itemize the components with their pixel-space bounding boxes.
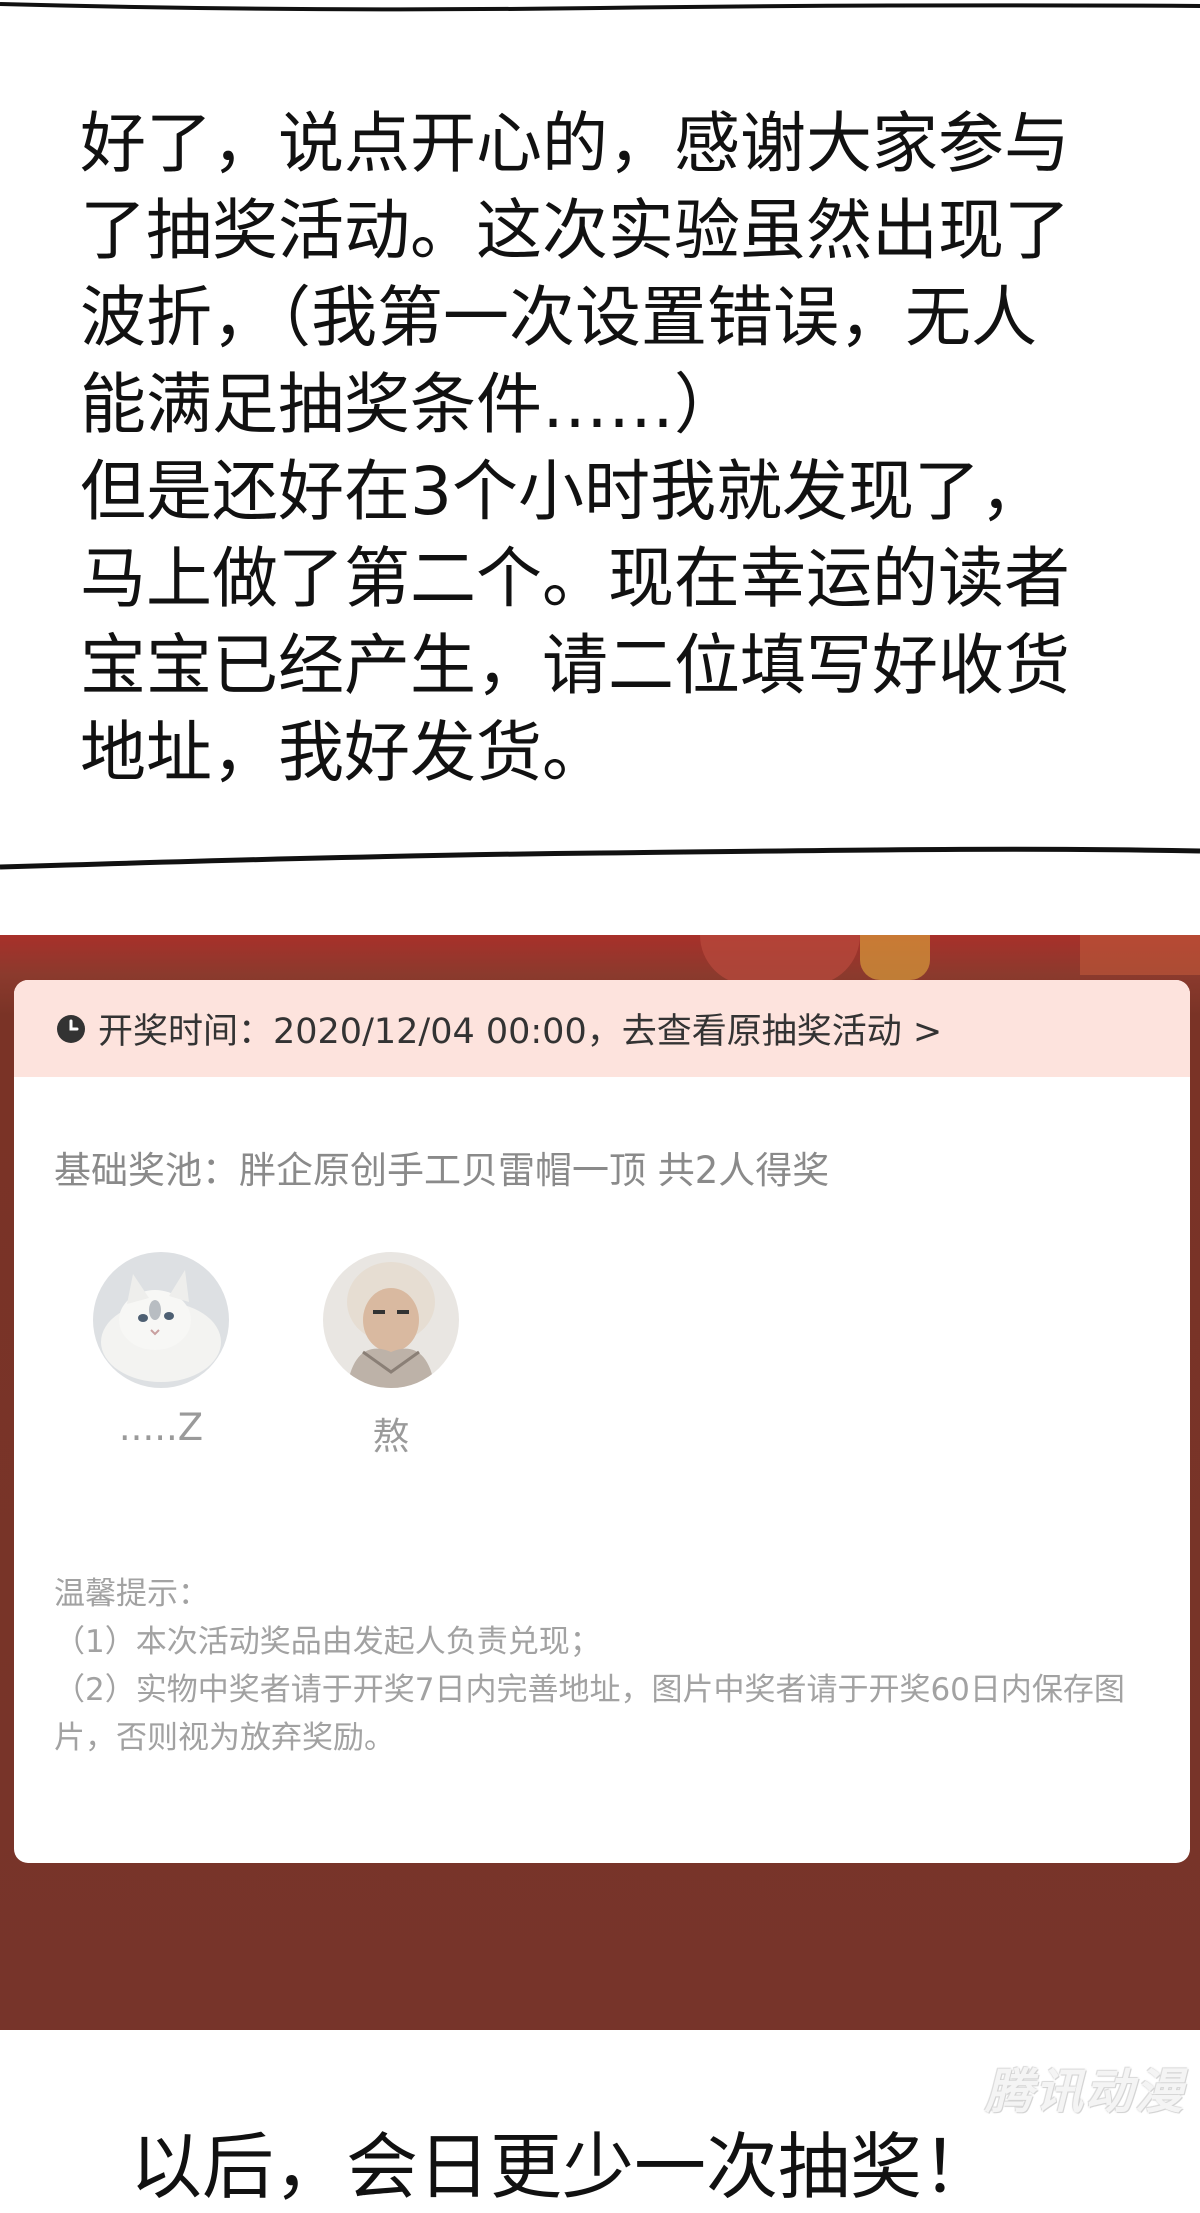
clock-icon <box>57 1014 85 1043</box>
speech-line: 了抽奖活动。这次实验虽然出现了 <box>80 192 1070 269</box>
panel-border-bottom <box>0 846 1200 870</box>
comic-panel-top: 好了，说点开心的，感谢大家参与 了抽奖活动。这次实验虽然出现了 波折，（我第一次… <box>0 0 1200 935</box>
winner-name: 熬 <box>372 1415 410 1458</box>
prize-pool-text: 基础奖池：胖企原创手工贝雷帽一顶 共2人得奖 <box>54 1149 830 1192</box>
draw-time-link[interactable]: 开奖时间：2020/12/04 00:00，去查看原抽奖活动 > <box>14 980 1190 1077</box>
speech-line: 地址，我好发货。 <box>80 714 608 791</box>
comic-panel-bottom: 腾讯动漫 以后，会日更少一次抽奖！ <box>0 2030 1200 2209</box>
cat-avatar-icon <box>93 1252 229 1388</box>
bottom-caption: 以后，会日更少一次抽奖！ <box>130 2125 995 2209</box>
winner-name: .....Z <box>118 1406 204 1449</box>
person-avatar-icon <box>323 1252 459 1388</box>
decor-blob <box>700 935 860 985</box>
lottery-result-card: 开奖时间：2020/12/04 00:00，去查看原抽奖活动 > 基础奖池：胖企… <box>14 980 1190 1863</box>
tips-section: 温馨提示： （1）本次活动奖品由发起人负责兑现； （2）实物中奖者请于开奖7日内… <box>54 1570 1164 1762</box>
tencent-comic-watermark: 腾讯动漫 <box>985 2064 1186 2120</box>
speech-text: 好了，说点开心的，感谢大家参与 了抽奖活动。这次实验虽然出现了 波折，（我第一次… <box>80 100 1160 796</box>
speech-line: 波折，（我第一次设置错误，无人 <box>80 279 1037 356</box>
speech-line: 马上做了第二个。现在幸运的读者 <box>80 540 1070 617</box>
speech-line: 好了，说点开心的，感谢大家参与 <box>80 105 1070 182</box>
tip-item: （2）实物中奖者请于开奖7日内完善地址，图片中奖者请于开奖60日内保存图片，否则… <box>54 1672 1125 1756</box>
speech-line: 宝宝已经产生，请二位填写好收货 <box>80 627 1070 704</box>
speech-line: 但是还好在3个小时我就发现了， <box>80 453 1046 530</box>
winner-item[interactable]: 熬 <box>311 1252 471 1460</box>
decor-blob <box>1080 935 1200 975</box>
draw-time-text: 开奖时间：2020/12/04 00:00，去查看原抽奖活动 > <box>98 1012 943 1052</box>
winner-item[interactable]: .....Z <box>81 1252 241 1449</box>
panel-border-top <box>0 2 1200 12</box>
speech-line: 能满足抽奖条件……） <box>80 366 740 443</box>
tip-item: （1）本次活动奖品由发起人负责兑现； <box>54 1624 601 1660</box>
decor-blob <box>860 935 930 980</box>
tips-title: 温馨提示： <box>54 1576 209 1612</box>
